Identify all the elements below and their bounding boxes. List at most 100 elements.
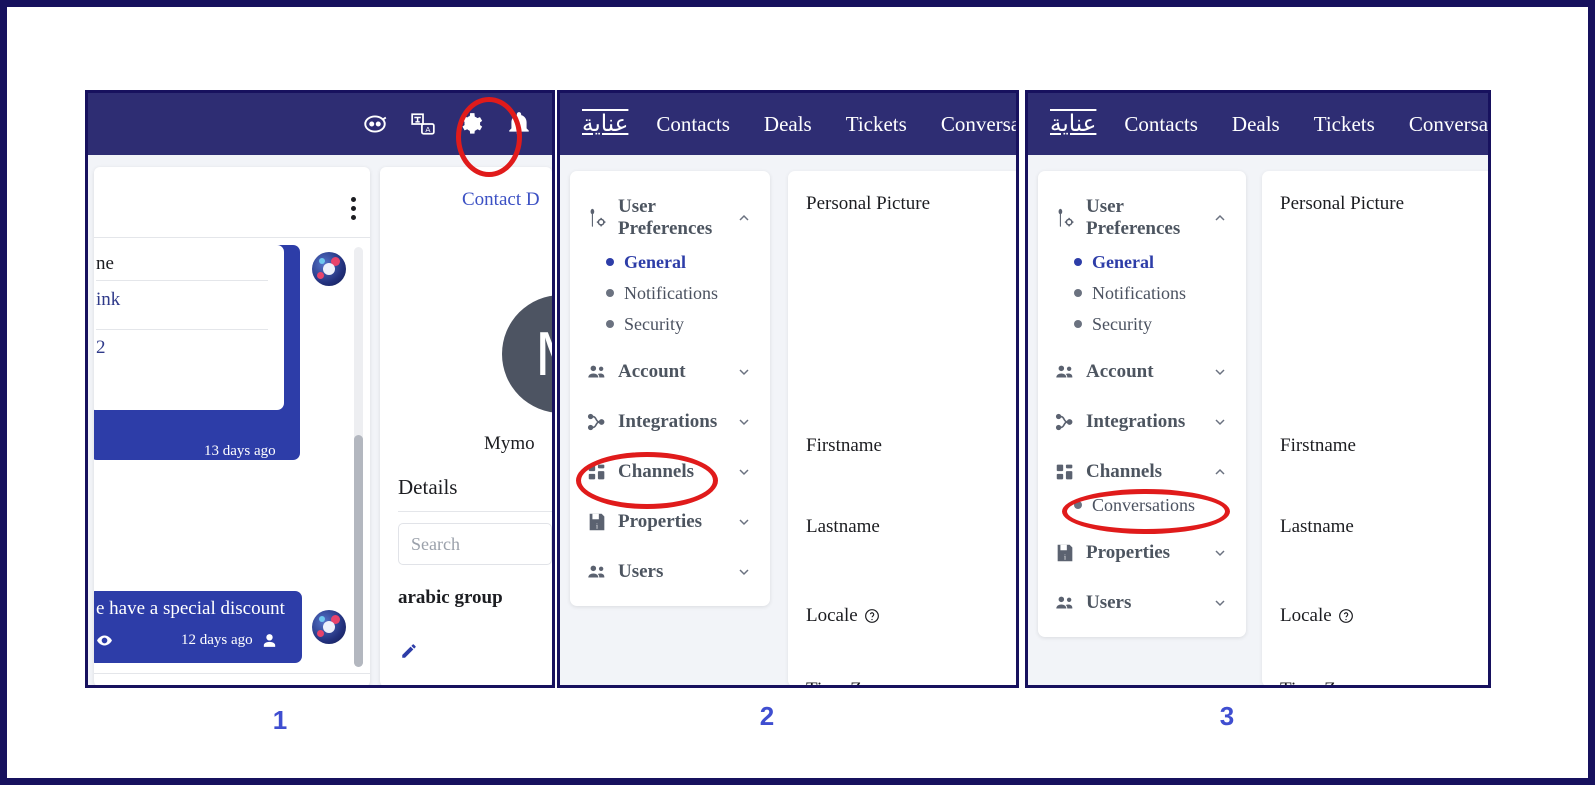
chat-bubble-inner-card xyxy=(94,245,284,410)
integrations-icon xyxy=(586,411,608,433)
people-icon xyxy=(1054,592,1076,614)
chevron-up-icon[interactable] xyxy=(1212,464,1228,480)
svg-text:i: i xyxy=(596,521,598,530)
sidebar-label: Users xyxy=(618,560,664,582)
sidebar-item-integrations[interactable]: Integrations xyxy=(1052,404,1232,440)
help-icon[interactable] xyxy=(1338,608,1354,624)
sidebar-subitem-security[interactable]: Security xyxy=(584,309,756,340)
sidebar-label: Account xyxy=(1086,360,1154,382)
more-options-icon[interactable] xyxy=(351,197,356,224)
chevron-down-icon[interactable] xyxy=(1212,414,1228,430)
divider xyxy=(94,237,370,238)
sidebar-label: Properties xyxy=(1086,541,1171,563)
bell-icon[interactable] xyxy=(506,111,532,137)
seen-icon xyxy=(97,635,112,646)
sidebar-subitem-general[interactable]: General xyxy=(1052,247,1232,278)
sidebar-subitem-security[interactable]: Security xyxy=(1052,309,1232,340)
gear-icon[interactable] xyxy=(458,111,484,137)
sidebar-subitem-notifications[interactable]: Notifications xyxy=(1052,278,1232,309)
app-navbar: vs A xyxy=(88,93,552,155)
nav-link-tickets[interactable]: Tickets xyxy=(846,112,907,137)
sidebar-sublabel: Conversations xyxy=(1092,494,1195,515)
properties-icon: i xyxy=(1054,542,1076,564)
help-icon[interactable] xyxy=(864,608,880,624)
chevron-down-icon[interactable] xyxy=(1212,595,1228,611)
tutorial-screenshot: vs A xyxy=(0,0,1595,785)
sidebar-item-account[interactable]: Account xyxy=(584,354,756,390)
sidebar-label: Channels xyxy=(1086,460,1163,482)
bullet-icon xyxy=(1074,501,1082,510)
field-label-firstname: Firstname xyxy=(806,435,882,457)
chat-timestamp-2: 12 days ago xyxy=(96,632,278,649)
chevron-down-icon[interactable] xyxy=(736,414,752,430)
chevron-down-icon[interactable] xyxy=(1212,364,1228,380)
sidebar-item-account[interactable]: Account xyxy=(1052,354,1232,390)
channels-icon xyxy=(1054,461,1076,483)
sidebar-item-users[interactable]: Users xyxy=(584,554,756,590)
integrations-icon xyxy=(1054,411,1076,433)
chevron-down-icon[interactable] xyxy=(736,364,752,380)
sidebar-sublabel: Security xyxy=(624,313,684,334)
sidebar-item-integrations[interactable]: Integrations xyxy=(584,404,756,440)
sidebar-item-channels[interactable]: Channels xyxy=(1052,454,1232,490)
nav-link-contacts[interactable]: Contacts xyxy=(1124,112,1198,137)
sidebar-item-user-preferences[interactable]: User Preferences xyxy=(584,189,756,247)
avatar xyxy=(312,610,346,644)
app-logo[interactable]: عناية xyxy=(582,103,629,145)
search-input[interactable]: Search xyxy=(398,523,552,565)
nav-link-contacts[interactable]: Contacts xyxy=(656,112,730,137)
chevron-down-icon[interactable] xyxy=(736,464,752,480)
sidebar-label: User Preferences xyxy=(618,196,713,239)
app-navbar: عناية Contacts Deals Tickets Conversatio… xyxy=(1028,93,1488,155)
chevron-down-icon[interactable] xyxy=(736,514,752,530)
preferences-icon xyxy=(1054,207,1076,229)
field-label-personal-picture: Personal Picture xyxy=(1280,193,1404,215)
nav-link-deals[interactable]: Deals xyxy=(1232,112,1280,137)
chevron-up-icon[interactable] xyxy=(736,210,752,226)
sidebar-subitem-conversations[interactable]: Conversations xyxy=(1052,490,1232,521)
step-number-3: 3 xyxy=(1219,701,1235,731)
field-label-time-zone: Time Zone xyxy=(1280,679,1363,685)
sidebar-sublabel: Security xyxy=(1092,313,1152,334)
contact-details-link[interactable]: Contact D xyxy=(462,189,540,211)
properties-icon: i xyxy=(586,511,608,533)
contact-group-label: arabic group xyxy=(398,587,503,608)
chat-bot-icon[interactable] xyxy=(362,111,388,137)
nav-link-conversations[interactable]: Conversations xyxy=(1409,112,1488,137)
chevron-up-icon[interactable] xyxy=(1212,210,1228,226)
preferences-icon xyxy=(586,207,608,229)
chevron-down-icon[interactable] xyxy=(1212,545,1228,561)
field-label-personal-picture: Personal Picture xyxy=(806,193,930,215)
chevron-down-icon[interactable] xyxy=(736,564,752,580)
avatar xyxy=(312,252,346,286)
field-label-locale: Locale xyxy=(806,605,880,627)
navbar-icon-group: A xyxy=(362,93,552,155)
nav-link-conversations[interactable]: Conversations xyxy=(941,112,1016,137)
people-icon xyxy=(586,361,608,383)
sidebar-sublabel: General xyxy=(1092,251,1154,272)
sidebar-item-users[interactable]: Users xyxy=(1052,585,1232,621)
sidebar-item-properties[interactable]: i Properties xyxy=(584,504,756,540)
label-text: Personal Picture xyxy=(1280,193,1405,214)
step-1-panel: vs A xyxy=(85,90,555,688)
translate-icon[interactable]: A xyxy=(410,111,436,137)
scrollbar-thumb[interactable] xyxy=(354,435,363,667)
pencil-icon[interactable] xyxy=(400,642,418,660)
sidebar-item-channels[interactable]: Channels xyxy=(584,454,756,490)
sidebar-subitem-notifications[interactable]: Notifications xyxy=(584,278,756,309)
nav-link-deals[interactable]: Deals xyxy=(764,112,812,137)
sidebar-item-user-preferences[interactable]: User Preferences xyxy=(1052,189,1232,247)
step-2-panel: عناية Contacts Deals Tickets Conversatio… xyxy=(557,90,1019,688)
sidebar-label: Properties xyxy=(618,510,703,532)
bubble-divider-1 xyxy=(96,280,268,281)
conversation-thread-card: ne ink 2 13 days ago e have a special di… xyxy=(94,167,370,685)
settings-content-card: Personal Picture Firstname Lastname Loca… xyxy=(788,171,1016,685)
sidebar-item-properties[interactable]: i Properties xyxy=(1052,535,1232,571)
channels-icon xyxy=(586,461,608,483)
label-text: Firstname xyxy=(806,435,882,456)
nav-link-tickets[interactable]: Tickets xyxy=(1314,112,1375,137)
app-logo[interactable]: عناية xyxy=(1050,103,1097,145)
nav-links: Contacts Deals Tickets Conversations xyxy=(1124,112,1488,137)
bubble-line-2: ink xyxy=(96,289,121,310)
sidebar-subitem-general[interactable]: General xyxy=(584,247,756,278)
